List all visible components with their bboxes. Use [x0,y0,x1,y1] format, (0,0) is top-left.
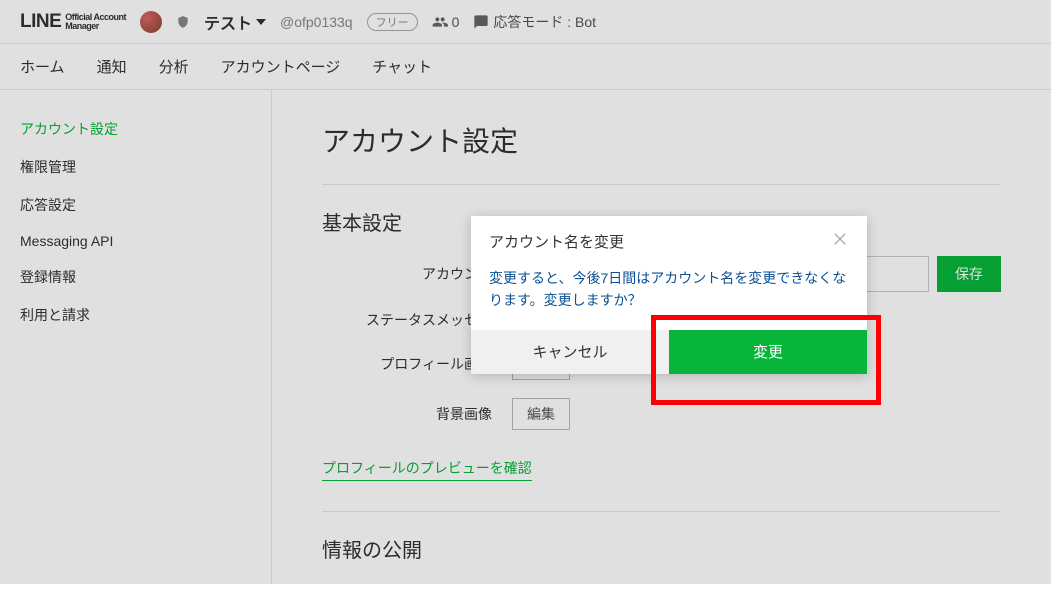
change-name-modal: アカウント名を変更 変更すると、今後7日間はアカウント名を変更できなくなります。… [471,216,867,374]
modal-body: 変更すると、今後7日間はアカウント名を変更できなくなります。変更しますか？ [471,261,867,330]
modal-header: アカウント名を変更 [471,216,867,261]
modal-footer: キャンセル 変更 [471,330,867,374]
modal-title: アカウント名を変更 [489,231,624,252]
close-icon [831,230,849,248]
cancel-button[interactable]: キャンセル [471,330,669,374]
confirm-change-button[interactable]: 変更 [669,330,867,374]
modal-close-button[interactable] [831,230,849,253]
